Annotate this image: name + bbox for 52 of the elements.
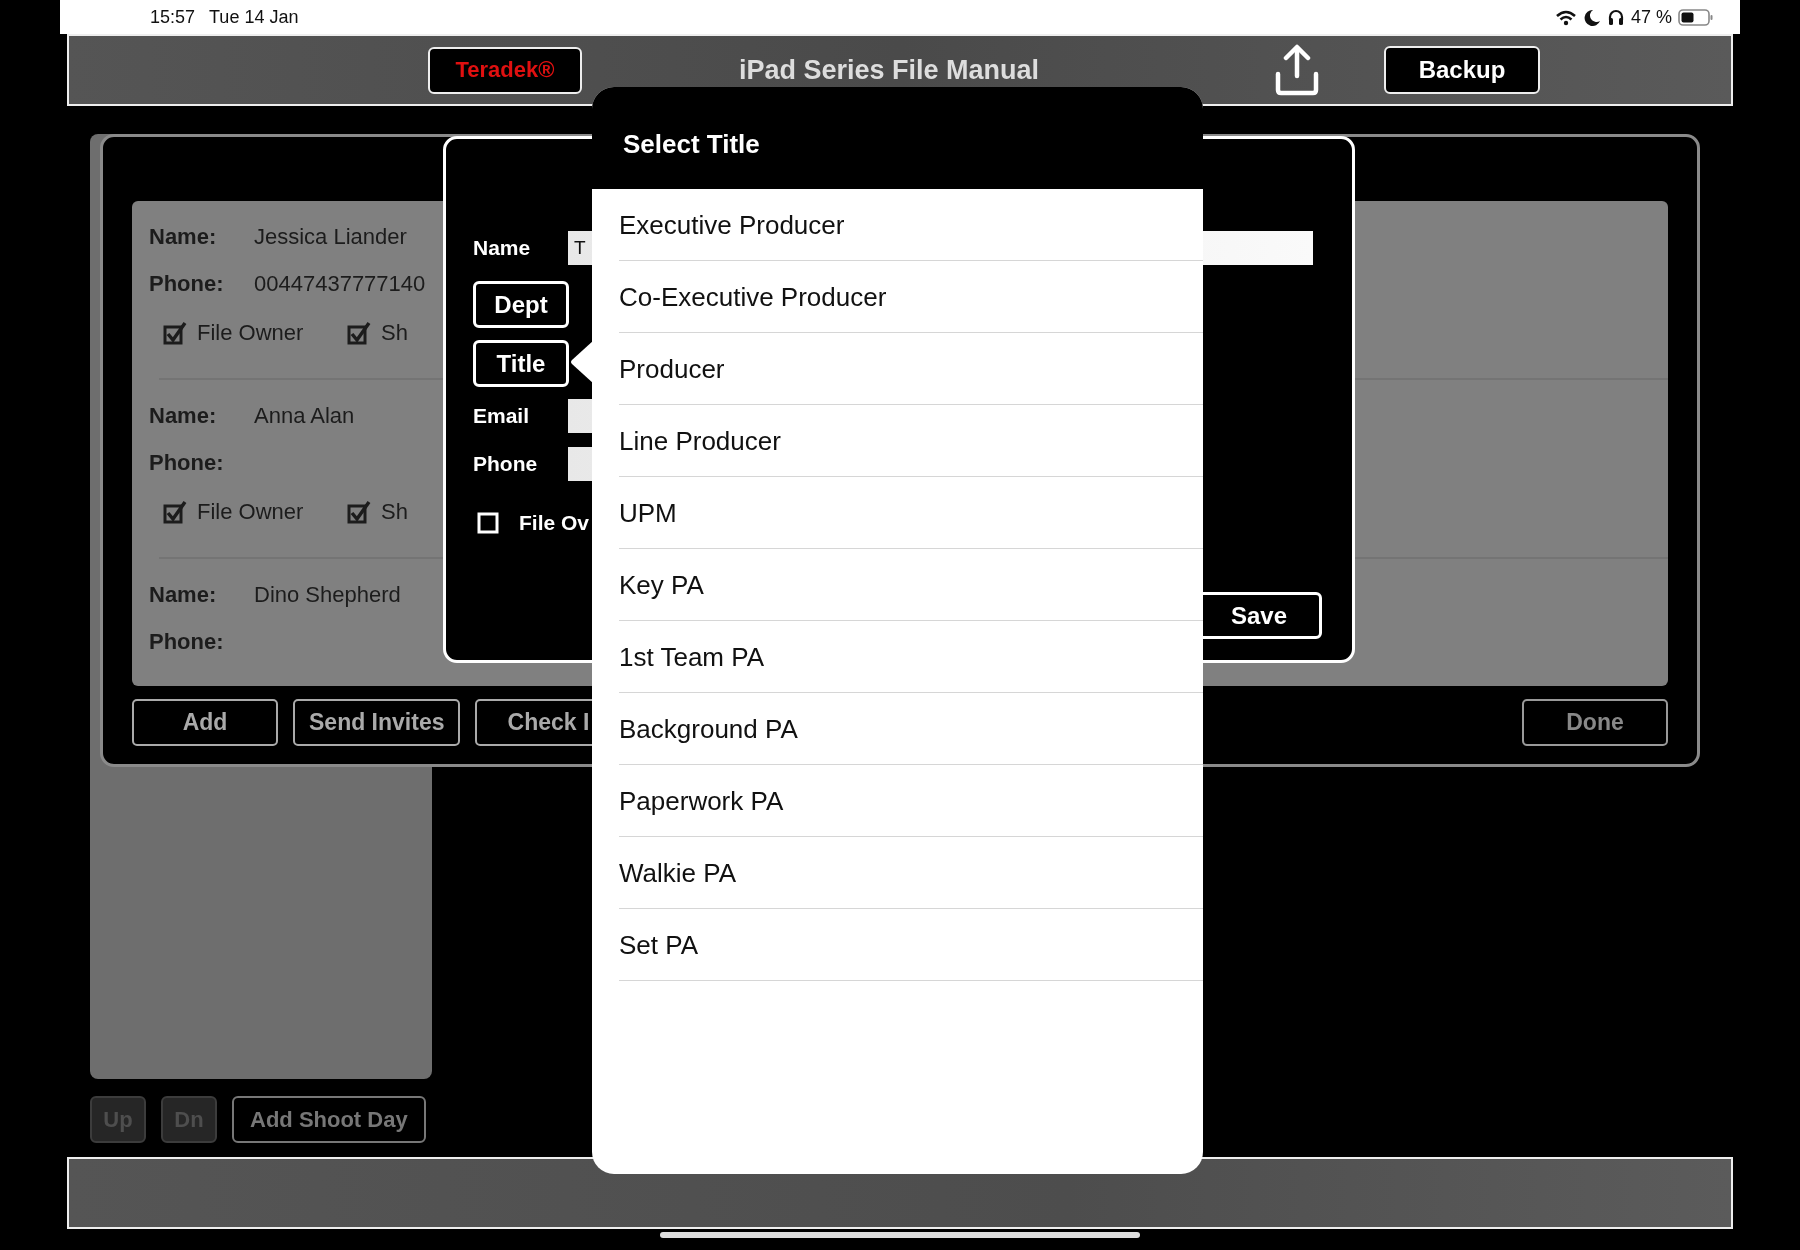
title-option[interactable]: Paperwork PA — [619, 765, 1203, 837]
action-button[interactable]: Add — [132, 699, 278, 746]
moon-icon — [1582, 8, 1601, 26]
app-title: iPad Series File Manual — [737, 54, 1041, 86]
title-option[interactable]: Producer — [619, 333, 1203, 405]
share-icon[interactable] — [1274, 44, 1320, 96]
checkbox-label: File Owner — [197, 320, 304, 346]
shoot-day-button[interactable]: Add Shoot Day — [232, 1096, 426, 1143]
title-option[interactable]: Co-Executive Producer — [619, 261, 1203, 333]
checkbox-label: File Owner — [197, 499, 304, 525]
action-button[interactable]: Send Invites — [293, 699, 461, 746]
checkbox[interactable] — [347, 500, 371, 524]
name-label: Name: — [149, 581, 218, 608]
title-option[interactable]: Key PA — [619, 549, 1203, 621]
title-option[interactable]: UPM — [619, 477, 1203, 549]
name-label: Name: — [149, 223, 218, 250]
title-option[interactable]: Executive Producer — [619, 189, 1203, 261]
checkbox[interactable] — [477, 512, 499, 534]
title-button[interactable]: Title — [473, 340, 569, 387]
checkbox[interactable] — [163, 500, 187, 524]
checkbox[interactable] — [347, 321, 371, 345]
phone-label: Phone: — [149, 449, 225, 476]
checkbox-label: Sh — [381, 499, 408, 525]
phone-value: 00447437777140 — [254, 270, 426, 297]
title-option[interactable]: Walkie PA — [619, 837, 1203, 909]
phone-label: Phone: — [149, 628, 225, 655]
phone-label: Phone: — [149, 270, 225, 297]
title-option[interactable]: Background PA — [619, 693, 1203, 765]
name-label: Name: — [149, 402, 218, 429]
backup-button[interactable]: Backup — [1384, 46, 1540, 94]
email-label: Email — [473, 404, 531, 428]
name-label: Name — [473, 236, 532, 260]
name-value: Anna Alan — [254, 402, 355, 429]
title-option[interactable]: 1st Team PA — [619, 621, 1203, 693]
status-time: 15:57 — [150, 6, 196, 28]
checkbox-label: File Ov — [519, 511, 590, 535]
brand-button[interactable]: Teradek® — [428, 46, 582, 94]
battery-icon — [1678, 7, 1714, 27]
checkbox[interactable] — [163, 321, 187, 345]
title-option[interactable]: Line Producer — [619, 405, 1203, 477]
wifi-icon — [1554, 8, 1577, 26]
phone-label: Phone — [473, 452, 539, 476]
status-date: Tue 14 Jan — [209, 6, 299, 28]
checkbox-label: Sh — [381, 320, 408, 346]
popover-title: Select Title — [623, 128, 760, 160]
name-value: Dino Shepherd — [254, 581, 401, 608]
title-option[interactable]: Set PA — [619, 909, 1203, 981]
name-value: Jessica Liander — [254, 223, 407, 250]
headphones-icon — [1606, 8, 1625, 26]
battery-percent: 47 % — [1630, 6, 1672, 28]
done-button[interactable]: Done — [1522, 699, 1668, 746]
dept-button[interactable]: Dept — [473, 281, 569, 328]
